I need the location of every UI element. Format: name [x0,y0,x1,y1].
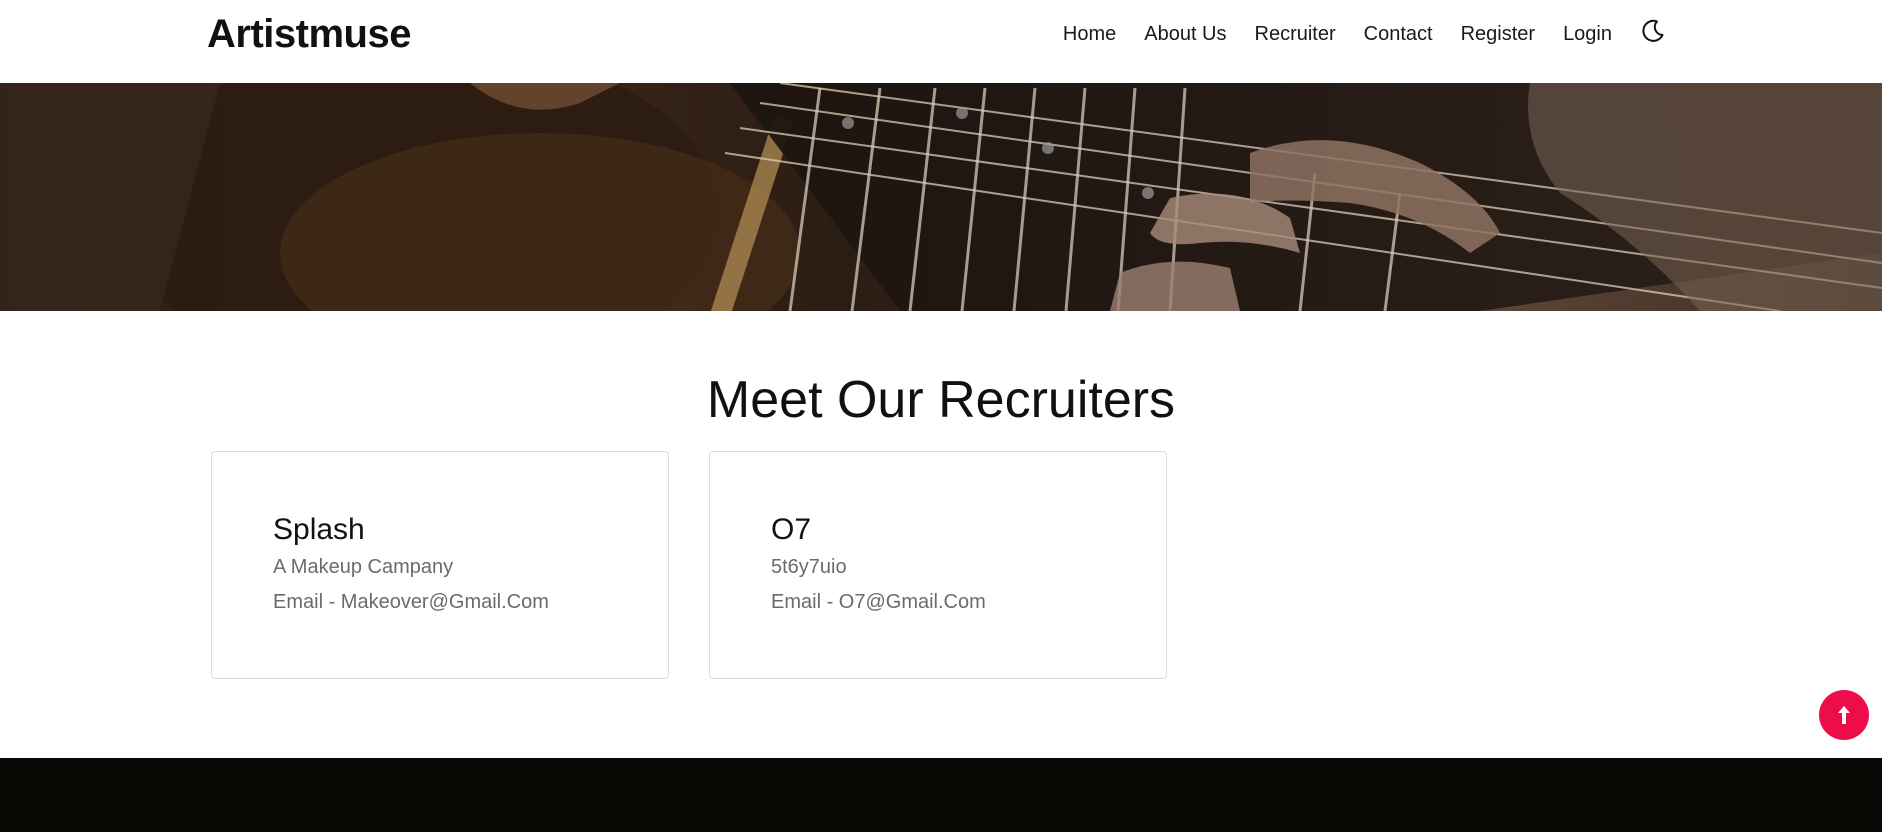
recruiter-card: Splash A Makeup Campany Email - Makeover… [211,451,669,679]
nav-register[interactable]: Register [1461,23,1535,46]
recruiter-description: 5t6y7uio [771,556,847,578]
moon-icon[interactable] [1640,18,1666,44]
brand-logo[interactable]: Artistmuse [207,12,411,57]
recruiter-name: O7 [771,513,812,546]
recruiter-card: O7 5t6y7uio Email - O7@Gmail.Com [709,451,1167,679]
recruiter-email: Email - Makeover@Gmail.Com [273,591,549,613]
recruiter-name: Splash [273,513,365,546]
arrow-up-icon [1838,706,1850,724]
main-nav: Home About Us Recruiter Contact Register… [1063,0,1666,68]
nav-about-us[interactable]: About Us [1144,23,1226,46]
hero-banner [0,83,1882,311]
page-title: Meet Our Recruiters [706,371,1176,429]
nav-contact[interactable]: Contact [1364,23,1433,46]
nav-login[interactable]: Login [1563,23,1612,46]
nav-home[interactable]: Home [1063,23,1116,46]
navbar: Artistmuse Home About Us Recruiter Conta… [0,0,1882,83]
recruiter-email: Email - O7@Gmail.Com [771,591,986,613]
nav-recruiter[interactable]: Recruiter [1255,23,1336,46]
footer [0,758,1882,832]
recruiter-description: A Makeup Campany [273,556,454,578]
guitar-image [0,83,1882,311]
scroll-top-button[interactable] [1819,690,1869,740]
